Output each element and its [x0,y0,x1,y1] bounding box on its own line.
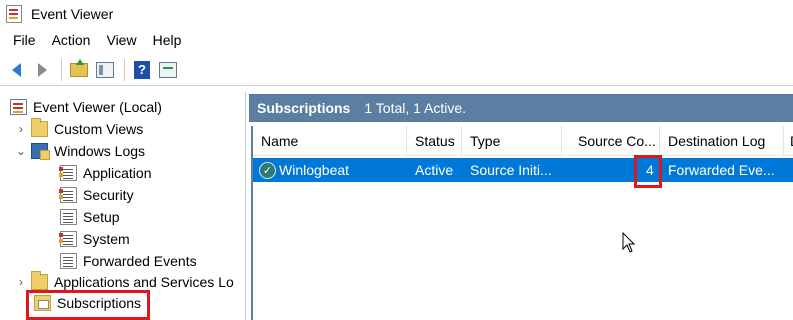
event-viewer-icon [10,99,27,115]
log-icon [60,253,77,269]
back-button[interactable] [4,58,28,82]
subscriptions-highlight-box [26,290,150,320]
forward-arrow-icon [37,62,47,77]
column-header-description[interactable]: D [784,126,793,156]
log-icon [59,165,77,181]
forward-button[interactable] [30,58,54,82]
column-header-name[interactable]: Name [253,126,407,156]
tree-item-label: Setup [83,209,120,225]
chevron-right-icon[interactable]: › [14,275,28,289]
help-icon: ? [134,60,150,79]
event-viewer-window: Event Viewer File Action View Help ? Eve… [0,0,793,320]
tree-item-label: Forwarded Events [83,253,197,269]
windows-logs-icon [31,143,50,160]
folder-icon [31,271,48,290]
menu-action[interactable]: Action [44,29,99,51]
window-title: Event Viewer [31,6,114,22]
chevron-down-icon[interactable]: ⌄ [14,144,28,158]
cell-destination-log: Forwarded Eve... [668,162,775,178]
column-headers: Name Status Type Source Co... Destinatio… [253,126,793,156]
tree-item-setup[interactable]: Setup [57,206,120,228]
column-header-destination-log[interactable]: Destination Log [660,126,784,156]
tree-item-security[interactable]: Security [57,184,134,206]
tree-item-label: Security [83,187,134,203]
show-hide-action-pane-button[interactable] [156,58,180,82]
tree-item-application[interactable]: Application [57,162,152,184]
toolbar-separator [124,58,125,81]
tree-item-label: Application [83,165,152,181]
console-tree: Event Viewer (Local) › Custom Views ⌄ Wi… [0,92,246,320]
tree-item-label: Event Viewer (Local) [33,99,162,115]
toolbar: ? [0,54,793,86]
source-count-highlight-box [634,155,662,188]
show-hide-tree-button[interactable] [93,58,117,82]
mouse-cursor-icon [622,232,636,253]
tree-item-label: Custom Views [54,121,144,137]
menu-help[interactable]: Help [145,29,190,51]
subscription-name: Winlogbeat [279,162,350,178]
table-row[interactable]: ✓ Winlogbeat Active Source Initi... 4 Fo… [253,158,793,182]
cell-status: Active [415,162,454,178]
check-icon: ✓ [259,161,276,179]
content-header: Subscriptions 1 Total, 1 Active. [249,94,793,122]
tree-item-label: System [83,231,130,247]
cell-type: Source Initi... [470,162,552,178]
cell-name: ✓ Winlogbeat [253,158,407,182]
chevron-right-icon[interactable]: › [14,122,28,136]
subscriptions-list: Name Status Type Source Co... Destinatio… [251,126,793,320]
toolbar-separator [61,58,62,81]
column-header-status[interactable]: Status [407,126,462,156]
log-icon [59,231,77,247]
folder-up-icon [70,58,88,77]
up-one-level-button[interactable] [67,58,91,82]
show-hide-tree-icon [96,61,114,78]
folder-icon [31,118,48,137]
log-icon [60,209,77,225]
back-arrow-icon [11,62,21,77]
log-icon [59,187,77,203]
tree-item-system[interactable]: System [57,228,130,250]
help-button[interactable]: ? [130,58,154,82]
title-bar: Event Viewer [0,0,793,28]
tree-item-windows-logs[interactable]: ⌄ Windows Logs [14,140,145,162]
tree-item-custom-views[interactable]: › Custom Views [14,118,143,140]
tree-item-label: Applications and Services Lo [54,274,234,290]
tree-item-label: Windows Logs [54,143,146,159]
menu-bar: File Action View Help [0,28,793,52]
menu-file[interactable]: File [5,29,44,51]
menu-view[interactable]: View [98,29,144,51]
content-summary: 1 Total, 1 Active. [364,100,467,116]
content-title: Subscriptions [257,100,351,116]
event-viewer-icon [6,5,22,23]
column-header-source-count[interactable]: Source Co... [562,126,660,156]
tree-item-forwarded-events[interactable]: Forwarded Events [57,250,197,272]
action-pane-icon [159,61,177,78]
tree-item-event-viewer-local[interactable]: Event Viewer (Local) [10,96,162,118]
column-header-type[interactable]: Type [462,126,562,156]
